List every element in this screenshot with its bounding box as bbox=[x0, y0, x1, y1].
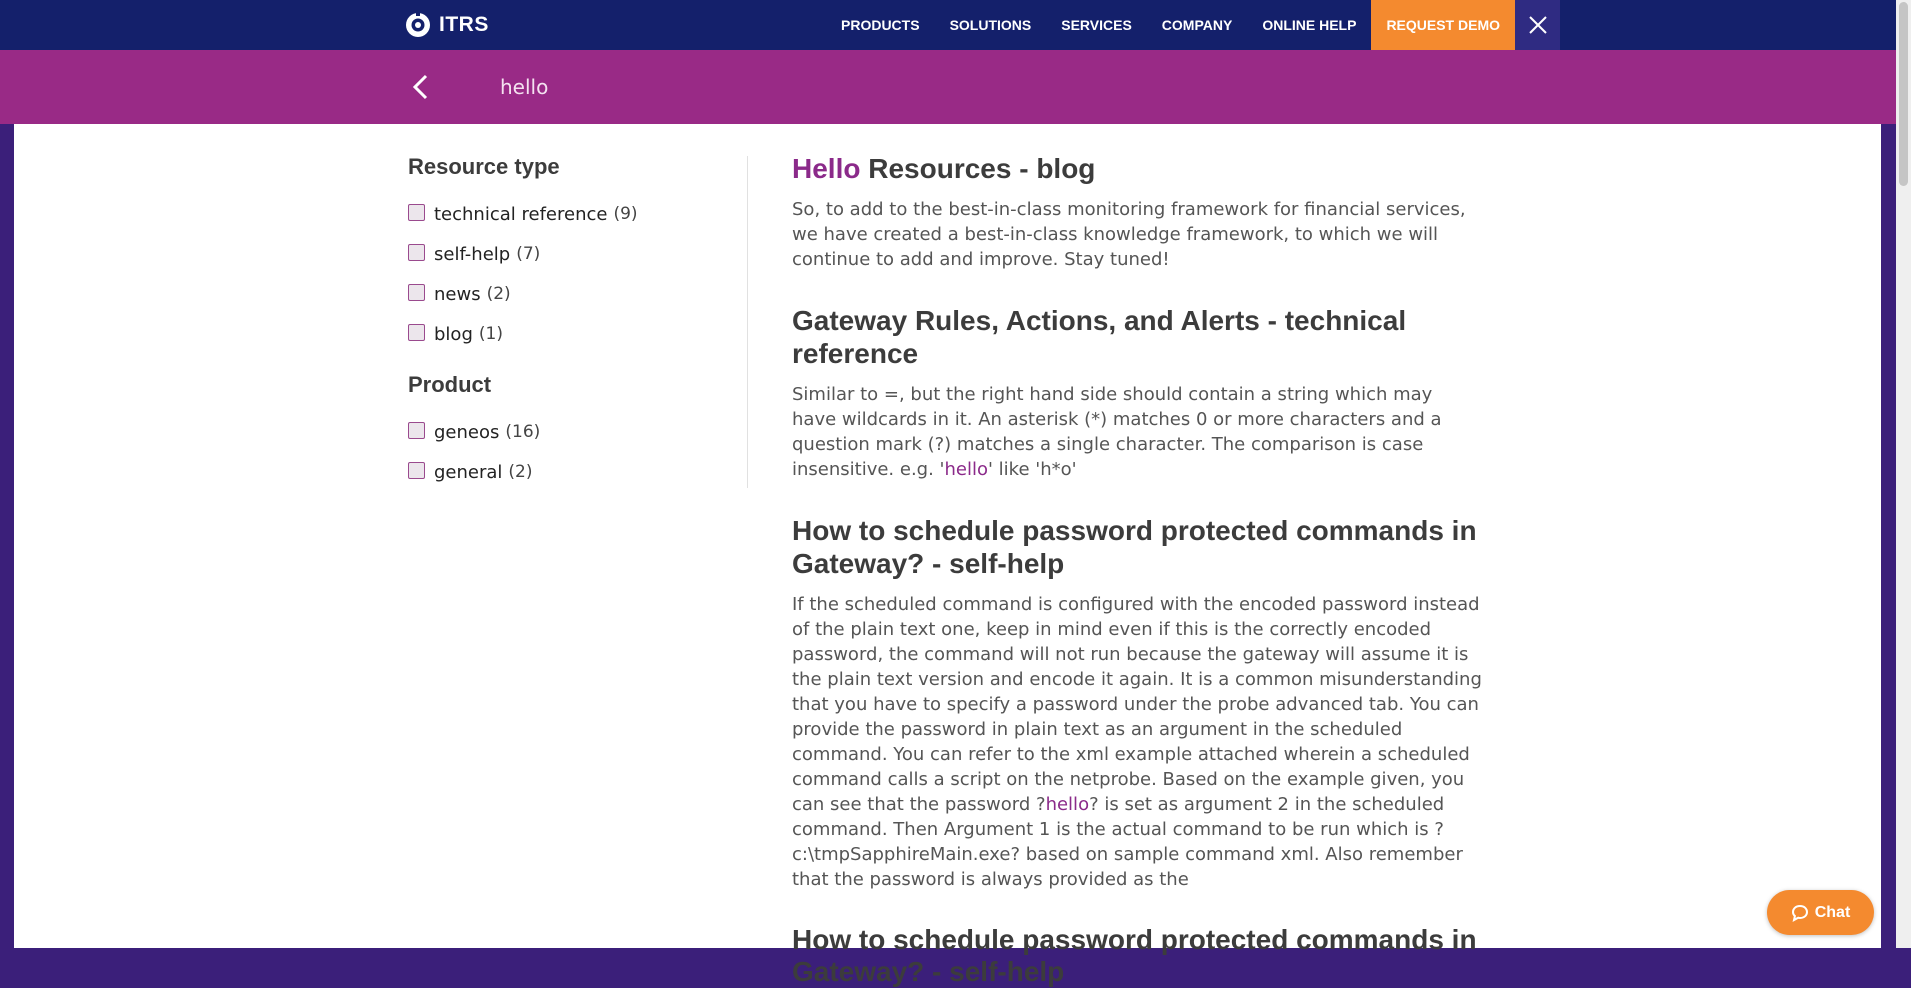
search-results: Hello Resources - blog So, to add to the… bbox=[792, 152, 1482, 988]
nav-online-help[interactable]: ONLINE HELP bbox=[1247, 0, 1371, 50]
search-bar bbox=[0, 50, 1896, 124]
request-demo-button[interactable]: REQUEST DEMO bbox=[1371, 0, 1516, 50]
scroll-thumb[interactable] bbox=[1899, 2, 1908, 186]
snippet-highlight: hello bbox=[944, 459, 989, 480]
filter-label: blog bbox=[434, 323, 473, 345]
sidebar-divider bbox=[747, 156, 748, 488]
checkbox[interactable] bbox=[408, 283, 425, 301]
filter-label: general bbox=[434, 461, 503, 483]
snippet-text: ' like 'h*o' bbox=[988, 459, 1077, 480]
filter-count: (2) bbox=[508, 462, 533, 482]
filter-label: self-help bbox=[434, 243, 511, 265]
itrs-logo[interactable]: ITRS bbox=[404, 10, 489, 40]
result-title-link[interactable]: Hello Resources - blog bbox=[792, 152, 1482, 185]
back-button[interactable] bbox=[408, 72, 434, 102]
top-navbar: ITRS PRODUCTS SOLUTIONS SERVICES COMPANY… bbox=[0, 0, 1896, 50]
nav-products[interactable]: PRODUCTS bbox=[826, 0, 935, 50]
nav-services[interactable]: SERVICES bbox=[1046, 0, 1147, 50]
page-scrollbar[interactable] bbox=[1896, 0, 1911, 948]
filter-count: (2) bbox=[486, 284, 511, 304]
result-item: Hello Resources - blog So, to add to the… bbox=[792, 152, 1482, 272]
search-input[interactable] bbox=[494, 69, 1206, 105]
filter-count: (7) bbox=[516, 244, 541, 264]
checkbox[interactable] bbox=[408, 203, 425, 221]
result-title-link[interactable]: Gateway Rules, Actions, and Alerts - tec… bbox=[792, 304, 1482, 370]
title-highlight: Hello bbox=[792, 153, 861, 184]
chat-button[interactable]: Chat bbox=[1767, 890, 1874, 935]
filter-blog[interactable]: blog (1) bbox=[408, 314, 728, 354]
title-text: Resources - blog bbox=[860, 153, 1096, 184]
result-item: Gateway Rules, Actions, and Alerts - tec… bbox=[792, 304, 1482, 482]
filter-label: geneos bbox=[434, 421, 500, 443]
resource-type-list: technical reference (9) self-help (7) ne… bbox=[408, 194, 728, 354]
checkbox[interactable] bbox=[408, 461, 425, 479]
checkbox[interactable] bbox=[408, 243, 425, 261]
result-snippet: Similar to =, but the right hand side sh… bbox=[792, 382, 1482, 482]
main-content: Resource type technical reference (9) se… bbox=[14, 124, 1881, 987]
filter-sidebar: Resource type technical reference (9) se… bbox=[408, 154, 728, 510]
resource-type-heading: Resource type bbox=[408, 154, 560, 179]
filter-count: (1) bbox=[478, 324, 503, 344]
filter-general[interactable]: general (2) bbox=[408, 452, 728, 492]
partial-result-title[interactable]: How to schedule password protected comma… bbox=[792, 924, 1482, 988]
product-list: geneos (16) general (2) bbox=[408, 412, 728, 492]
filter-technical-reference[interactable]: technical reference (9) bbox=[408, 194, 728, 234]
snippet-highlight: hello bbox=[1045, 794, 1090, 815]
chat-label: Chat bbox=[1814, 903, 1851, 921]
itrs-logo-icon bbox=[406, 11, 430, 37]
nav-company[interactable]: COMPANY bbox=[1147, 0, 1248, 50]
chevron-left-icon bbox=[412, 74, 428, 100]
filter-label: technical reference bbox=[434, 203, 608, 225]
checkbox[interactable] bbox=[408, 421, 425, 439]
snippet-text: Similar to =, but the right hand side sh… bbox=[792, 384, 1442, 480]
snippet-text: If the scheduled command is configured w… bbox=[792, 594, 1482, 815]
nav-solutions[interactable]: SOLUTIONS bbox=[935, 0, 1047, 50]
checkbox[interactable] bbox=[408, 323, 425, 341]
filter-self-help[interactable]: self-help (7) bbox=[408, 234, 728, 274]
filter-news[interactable]: news (2) bbox=[408, 274, 728, 314]
result-item: How to schedule password protected comma… bbox=[792, 514, 1482, 892]
logo-text: ITRS bbox=[439, 13, 489, 36]
result-snippet: If the scheduled command is configured w… bbox=[792, 592, 1482, 892]
filter-count: (16) bbox=[505, 422, 541, 442]
filter-count: (9) bbox=[613, 204, 638, 224]
filter-geneos[interactable]: geneos (16) bbox=[408, 412, 728, 452]
chat-bubble-icon bbox=[1791, 904, 1808, 922]
product-heading: Product bbox=[408, 372, 492, 397]
result-snippet: So, to add to the best-in-class monitori… bbox=[792, 199, 1466, 270]
close-icon bbox=[1528, 16, 1547, 34]
result-title-link[interactable]: How to schedule password protected comma… bbox=[792, 514, 1482, 580]
close-search-button[interactable] bbox=[1515, 0, 1561, 50]
main-nav: PRODUCTS SOLUTIONS SERVICES COMPANY ONLI… bbox=[826, 0, 1561, 50]
filter-label: news bbox=[434, 283, 481, 305]
